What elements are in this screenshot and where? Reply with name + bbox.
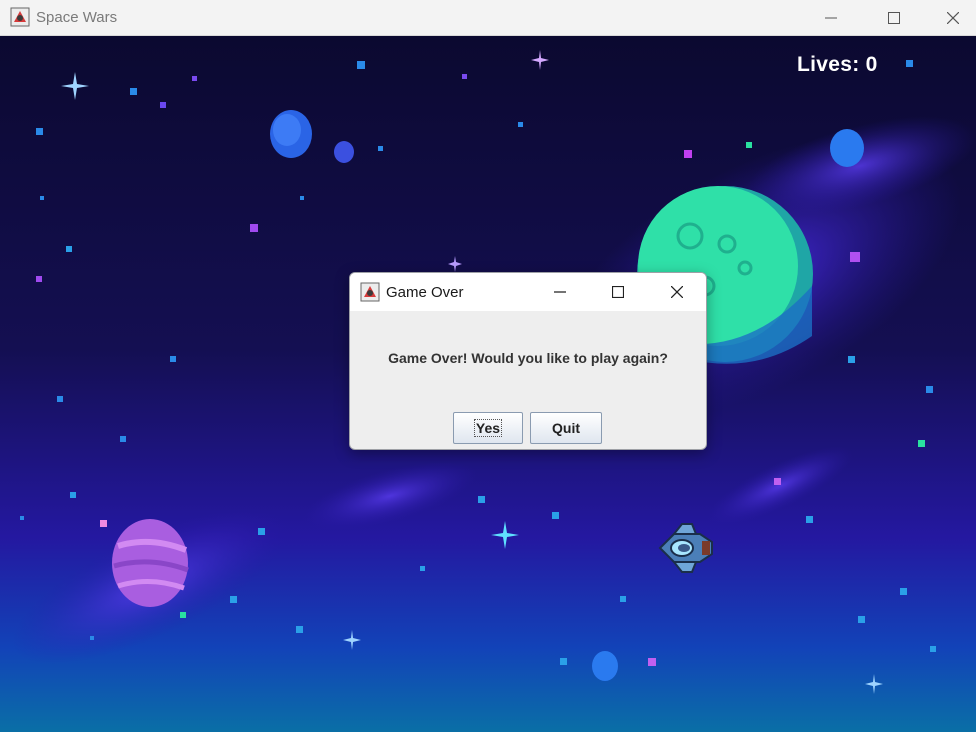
window-title: Space Wars — [36, 9, 118, 26]
minimize-icon — [554, 291, 566, 293]
dialog-maximize-button[interactable] — [589, 273, 647, 311]
blue-planet — [592, 651, 618, 681]
small-planet — [334, 141, 354, 163]
minimize-icon — [825, 17, 837, 19]
blue-planet — [830, 129, 864, 167]
close-icon — [671, 286, 683, 298]
window-titlebar: Space Wars — [0, 0, 976, 36]
close-icon — [947, 12, 959, 24]
lives-counter: Lives: 0 — [797, 53, 878, 76]
quit-button-label: Quit — [552, 420, 580, 436]
blue-planet-highlight — [273, 114, 301, 146]
dialog-close-button[interactable] — [648, 273, 706, 311]
maximize-button[interactable] — [865, 0, 923, 36]
yes-button-label: Yes — [473, 419, 503, 437]
pink-planet — [112, 519, 189, 607]
dialog-message: Game Over! Would you like to play again? — [388, 350, 668, 366]
game-over-dialog: Game Over Game Over! Would you like to p… — [349, 272, 707, 450]
close-button[interactable] — [924, 0, 976, 36]
dialog-titlebar: Game Over — [350, 273, 706, 311]
maximize-icon — [612, 286, 624, 298]
java-app-icon — [360, 282, 380, 302]
yes-button[interactable]: Yes — [453, 412, 523, 444]
maximize-icon — [888, 12, 900, 24]
java-app-icon — [10, 7, 30, 27]
dialog-title: Game Over — [386, 284, 464, 301]
minimize-button[interactable] — [802, 0, 860, 36]
quit-button[interactable]: Quit — [530, 412, 602, 444]
dialog-minimize-button[interactable] — [531, 273, 589, 311]
